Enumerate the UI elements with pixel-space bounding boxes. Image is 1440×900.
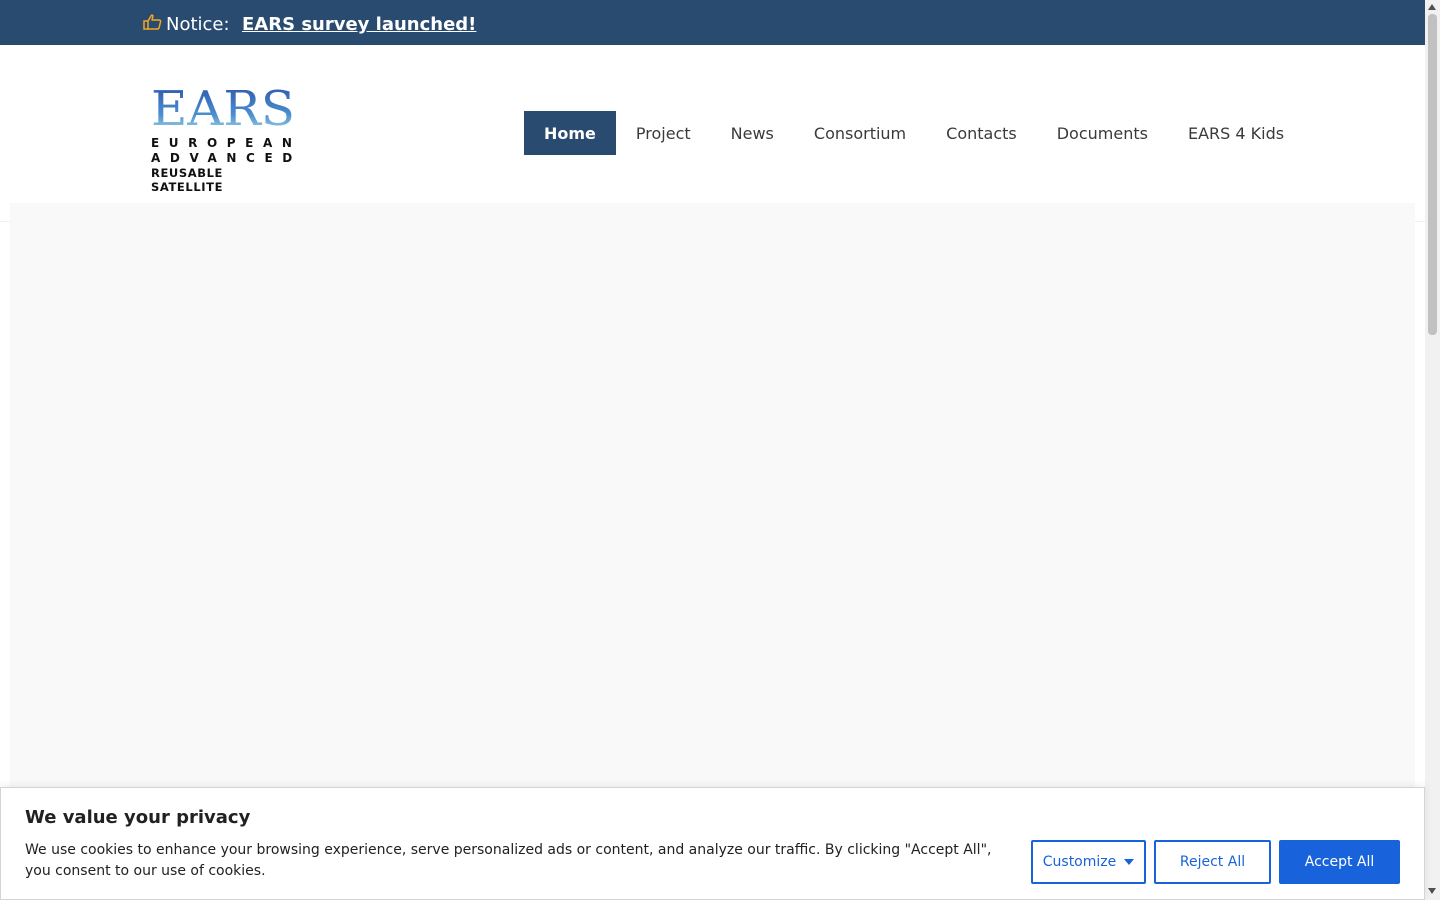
nav-item-home[interactable]: Home <box>524 111 616 155</box>
customize-button[interactable]: Customize <box>1031 840 1146 884</box>
main-nav: Home Project News Consortium Contacts Do… <box>524 111 1304 155</box>
notice-bar: Notice: EARS survey launched! <box>0 0 1425 45</box>
survey-link[interactable]: EARS survey launched! <box>242 14 476 36</box>
logo-line-reusable-satellite: REUSABLE SATELLITE <box>151 166 224 194</box>
caret-down-icon <box>1124 859 1135 865</box>
logo-ears-wordmark: EARS <box>151 85 295 131</box>
svg-text:EARS: EARS <box>151 85 295 131</box>
nav-item-consortium[interactable]: Consortium <box>794 111 926 155</box>
accept-all-button[interactable]: Accept All <box>1279 840 1400 884</box>
page-scrollbar[interactable] <box>1425 0 1440 900</box>
cookie-description: We use cookies to enhance your browsing … <box>25 842 992 879</box>
nav-item-documents[interactable]: Documents <box>1037 111 1168 155</box>
scrollbar-thumb[interactable] <box>1428 14 1437 335</box>
nav-item-ears-4-kids[interactable]: EARS 4 Kids <box>1168 111 1304 155</box>
customize-label: Customize <box>1042 854 1117 870</box>
scroll-up-arrow-icon[interactable] <box>1428 4 1436 10</box>
reject-all-button[interactable]: Reject All <box>1154 840 1271 884</box>
notice-label: Notice: <box>166 14 230 35</box>
nav-item-contacts[interactable]: Contacts <box>926 111 1037 155</box>
nav-item-news[interactable]: News <box>711 111 794 155</box>
logo-line-european: EUROPEAN <box>151 136 302 150</box>
hero-slider-area <box>10 203 1415 803</box>
nav-item-project[interactable]: Project <box>616 111 711 155</box>
ears-logo[interactable]: EARS EUROPEAN ADVANCED REUSABLE SATELLIT… <box>151 85 302 194</box>
logo-line-advanced: ADVANCED <box>151 151 302 165</box>
pointing-hand-icon <box>143 14 162 30</box>
scroll-down-arrow-icon[interactable] <box>1428 888 1436 894</box>
cookie-title: We value your privacy <box>25 807 251 828</box>
site-header: EARS EUROPEAN ADVANCED REUSABLE SATELLIT… <box>0 45 1425 205</box>
cookie-consent-banner: We value your privacy We use cookies to … <box>0 787 1425 900</box>
